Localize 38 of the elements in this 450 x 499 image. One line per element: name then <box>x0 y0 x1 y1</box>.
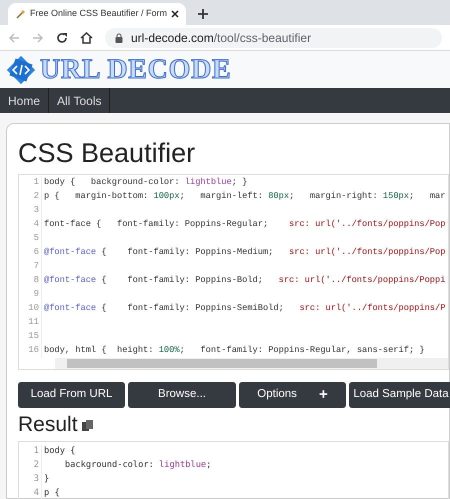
line-number: 2 <box>32 459 40 472</box>
code-line: @font-face { font-family: Poppins-Bold; src: url('../fonts/poppins/Poppi <box>44 274 446 288</box>
code-line: p { <box>44 487 60 499</box>
page-title: CSS Beautifier <box>18 137 196 170</box>
action-button[interactable]: Load From URL <box>18 382 125 408</box>
line-number: 2 <box>32 190 40 204</box>
line-number: 15 <box>27 330 40 344</box>
line-number: 16 <box>27 344 40 358</box>
line-number: 6 <box>32 246 40 260</box>
logo-text: URL DECODE <box>40 52 232 86</box>
line-number: 8 <box>32 274 40 288</box>
line-number: 4 <box>32 487 40 499</box>
line-number: 11 <box>27 316 40 330</box>
url-text: url-decode.com/tool/css-beautifier <box>131 30 312 46</box>
result-heading: Result <box>18 412 78 438</box>
address-bar[interactable]: url-decode.com/tool/css-beautifier <box>105 28 442 48</box>
line-number: 4 <box>32 218 40 232</box>
code-line: background-color: lightblue; <box>64 459 212 472</box>
code-line: p { margin-bottom: 100px; margin-left: 80px; margin-right: 150px; mar <box>44 190 446 204</box>
code-line: font-face { font-family: Poppins-Regular; src: url('../fonts/poppins/Pop <box>44 218 446 232</box>
action-button[interactable]: Browse... <box>128 382 236 408</box>
code-line: body { background-color: lightblue; } <box>44 176 248 190</box>
line-number: 1 <box>32 176 40 190</box>
tab-title: Free Online CSS Beautifier / Form <box>30 7 168 20</box>
code-line: } <box>44 473 50 486</box>
line-number: 5 <box>32 232 40 246</box>
line-number: 10 <box>27 302 40 316</box>
code-line: body { <box>44 445 76 458</box>
line-number: 3 <box>32 204 40 218</box>
line-number: 3 <box>32 473 40 486</box>
action-button[interactable]: Options + <box>239 382 346 408</box>
code-line: @font-face { font-family: Poppins-SemiBold; src: url('../fonts/poppins/P <box>44 302 446 316</box>
action-button[interactable]: Load Sample Data <box>349 382 450 408</box>
line-number: 1 <box>32 445 40 458</box>
line-number: 7 <box>32 260 40 274</box>
code-line: @font-face { font-family: Poppins-Medium; src: url('../fonts/poppins/Pop <box>44 246 446 260</box>
line-number: 9 <box>32 288 40 302</box>
code-line: body, html { height: 100%; font-family: Poppins-Regular, sans-serif; } <box>44 344 425 358</box>
